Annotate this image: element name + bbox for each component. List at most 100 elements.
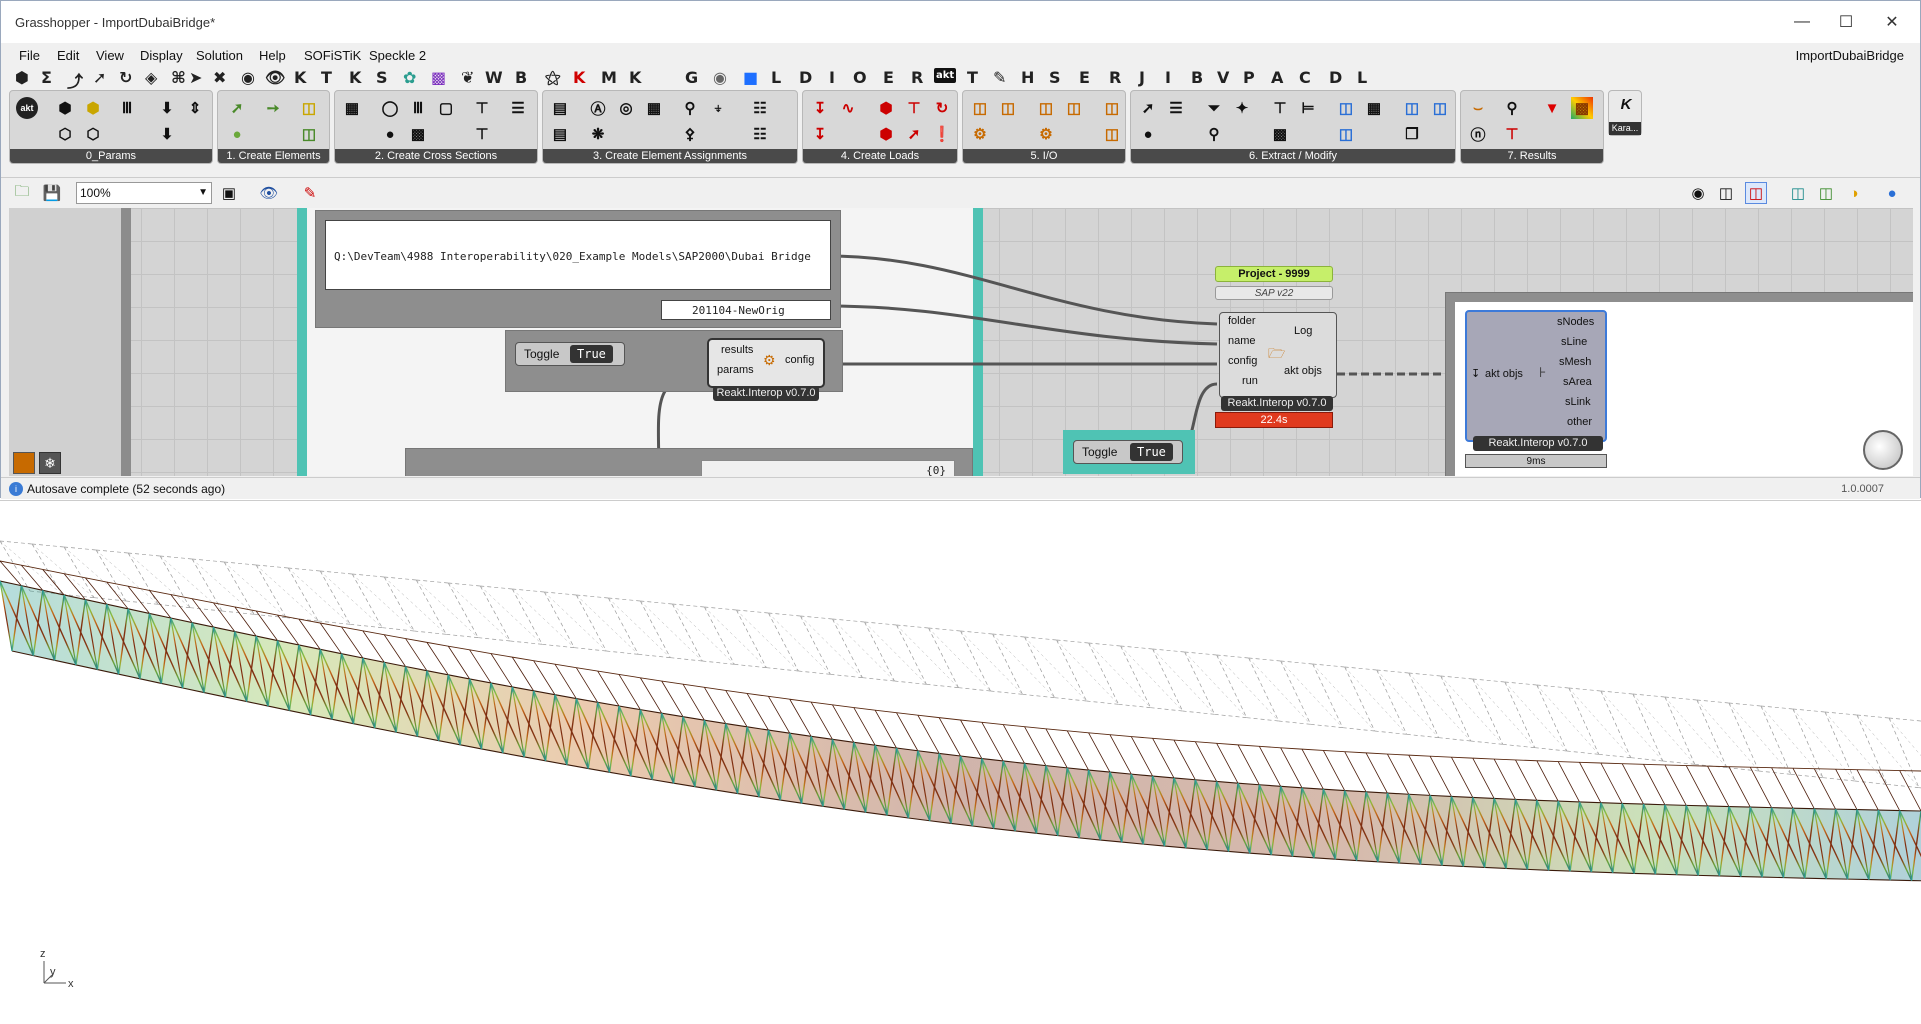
io-settings-icon[interactable]: ⚙ (1035, 123, 1057, 145)
port-sline[interactable]: sLine (1561, 336, 1587, 348)
deconstruct-component[interactable]: ↧ akt objs ⊦ sNodes sLine sMesh sArea sL… (1465, 310, 1607, 442)
tab-b1[interactable]: B (515, 68, 527, 87)
name-panel[interactable]: 201104-NewOrig (661, 300, 831, 320)
section-solid-circle-icon[interactable]: ● (379, 123, 401, 145)
save-file-icon[interactable]: 💾 (41, 182, 63, 204)
tab-blue-square-icon[interactable]: ■ (743, 68, 758, 87)
preview-mode-icon[interactable]: ◉ (1687, 182, 1709, 204)
modify-icon[interactable]: ◫ (1335, 97, 1357, 119)
stress-icon[interactable]: ▼ (1541, 97, 1563, 119)
import-component[interactable]: folder name config run Log akt objs 🗁 (1219, 312, 1337, 398)
close-button[interactable]: ✕ (1871, 9, 1913, 35)
results-toggle[interactable]: Toggle True (515, 342, 625, 366)
tab-eye-icon[interactable]: 👁 (265, 68, 285, 87)
split-icon[interactable]: ⊤ (1269, 97, 1291, 119)
tab-k1[interactable]: K (294, 68, 306, 87)
minimize-button[interactable]: — (1781, 9, 1823, 35)
tab-v[interactable]: V (1217, 68, 1229, 87)
port-results[interactable]: results (721, 344, 753, 356)
display-color-icon[interactable]: ◑ (1843, 182, 1865, 204)
run-toggle[interactable]: Toggle True (1073, 440, 1183, 464)
edit-geom-icon[interactable]: ▦ (1363, 97, 1385, 119)
tab-display-icon[interactable]: ◉ (241, 68, 255, 87)
filter-icon[interactable]: ⏷ (1203, 97, 1225, 119)
io-export-icon[interactable]: ◫ (969, 97, 991, 119)
tab-r2[interactable]: R (1109, 68, 1121, 87)
port-akt-objs-in[interactable]: akt objs (1485, 368, 1523, 380)
tab-t2[interactable]: T (967, 68, 978, 87)
tab-c[interactable]: C (1299, 68, 1311, 87)
assign-table2-icon[interactable]: ▤ (549, 123, 571, 145)
offset-icon[interactable]: ◫ (1401, 97, 1423, 119)
tab-k2[interactable]: K (349, 68, 361, 87)
port-log[interactable]: Log (1294, 325, 1312, 337)
move-icon[interactable]: ◫ (1429, 97, 1451, 119)
tab-transform-icon[interactable]: ✖ (213, 68, 226, 87)
port-config-in[interactable]: config (1228, 355, 1257, 367)
io-import-icon[interactable]: ◫ (997, 97, 1019, 119)
section-rect-icon[interactable]: ▩ (407, 123, 429, 145)
io-file-icon[interactable]: ◫ (1063, 97, 1085, 119)
param-i-icon[interactable]: Ⅲ (116, 97, 138, 119)
deflection-icon[interactable]: ⌣ (1467, 97, 1489, 119)
load-case-icon[interactable]: ⓝ (1467, 123, 1489, 145)
tab-o[interactable]: O (853, 68, 867, 87)
tab-sets-icon[interactable]: ⤴ (67, 68, 83, 92)
toggle-value[interactable]: True (570, 345, 613, 363)
section-i-icon[interactable]: Ⅲ (407, 97, 429, 119)
tab-intersect-icon[interactable]: ➤ (189, 68, 202, 87)
section-t-icon[interactable]: ⊤ (471, 97, 493, 119)
rhino-viewport[interactable]: z y x (0, 500, 1921, 1024)
join-icon[interactable]: ⊨ (1297, 97, 1319, 119)
tab-r1[interactable]: R (911, 68, 923, 87)
force-icon[interactable]: ⊤ (1501, 123, 1523, 145)
port-smesh[interactable]: sMesh (1559, 356, 1591, 368)
param-hex-yellow-icon[interactable]: ⬢ (82, 97, 104, 119)
config-component[interactable]: results params ⚙ config (707, 338, 825, 388)
menu-speckle[interactable]: Speckle 2 (369, 48, 426, 63)
tab-d1[interactable]: D (799, 68, 812, 87)
tab-ui-icon[interactable]: ▩ (431, 68, 446, 87)
tab-maths-icon[interactable]: Σ (41, 68, 52, 87)
tab-e2[interactable]: E (1079, 68, 1090, 87)
section-box-icon[interactable]: ▢ (435, 97, 457, 119)
scale-icon[interactable]: ◫ (1335, 123, 1357, 145)
tab-l2[interactable]: L (1357, 68, 1367, 87)
port-name[interactable]: name (1228, 335, 1256, 347)
io-sap-icon[interactable]: ◫ (1035, 97, 1057, 119)
assign-table-icon[interactable]: ▤ (549, 97, 571, 119)
search-icon[interactable]: ⚲ (1203, 123, 1225, 145)
tab-w[interactable]: W (485, 68, 503, 87)
sketch-pen-icon[interactable]: ✎ (299, 182, 321, 204)
node-element-icon[interactable]: ● (226, 123, 248, 145)
preview-shaded-icon[interactable]: ◫ (1745, 182, 1767, 204)
grasshopper-canvas[interactable]: Q:\DevTeam\4988 Interoperability\020_Exa… (9, 208, 1913, 476)
tab-person-icon[interactable]: ◉ (713, 68, 727, 87)
io-open-icon[interactable]: ◫ (1101, 123, 1123, 145)
canvas-widget-snowflake-icon[interactable]: ❄ (39, 452, 61, 474)
tab-akt[interactable]: akt (934, 68, 957, 83)
copy-icon[interactable]: ❐ (1401, 123, 1423, 145)
port-akt-objs-out[interactable]: akt objs (1284, 365, 1322, 377)
io-config-icon[interactable]: ⚙ (969, 123, 991, 145)
menu-display[interactable]: Display (140, 48, 183, 63)
node-icon[interactable]: ● (1137, 123, 1159, 145)
maximize-button[interactable]: ☐ (1825, 9, 1867, 35)
io-write-icon[interactable]: ◫ (1101, 97, 1123, 119)
tab-curve-icon[interactable]: ↻ (119, 68, 132, 87)
tab-s2[interactable]: S (1049, 68, 1061, 87)
tab-g[interactable]: G (685, 68, 698, 87)
tab-ladybug-icon[interactable]: ⚝ (545, 68, 561, 88)
gravity-load-icon[interactable]: ⬢ (875, 123, 897, 145)
menu-edit[interactable]: Edit (57, 48, 79, 63)
tab-pencil-icon[interactable]: ✎ (993, 68, 1006, 87)
preview-wire-icon[interactable]: ◫ (1715, 182, 1737, 204)
area-load-icon[interactable]: ⬢ (875, 97, 897, 119)
param-hex2-icon[interactable]: ⬡ (54, 123, 76, 145)
line-element-icon[interactable]: ➚ (226, 97, 248, 119)
port-params[interactable]: params (717, 364, 754, 376)
tab-i1[interactable]: I (829, 68, 835, 87)
tab-i2[interactable]: I (1165, 68, 1171, 87)
display-sphere-icon[interactable]: ● (1881, 182, 1903, 204)
assign-offset-icon[interactable]: ☷ (749, 97, 771, 119)
